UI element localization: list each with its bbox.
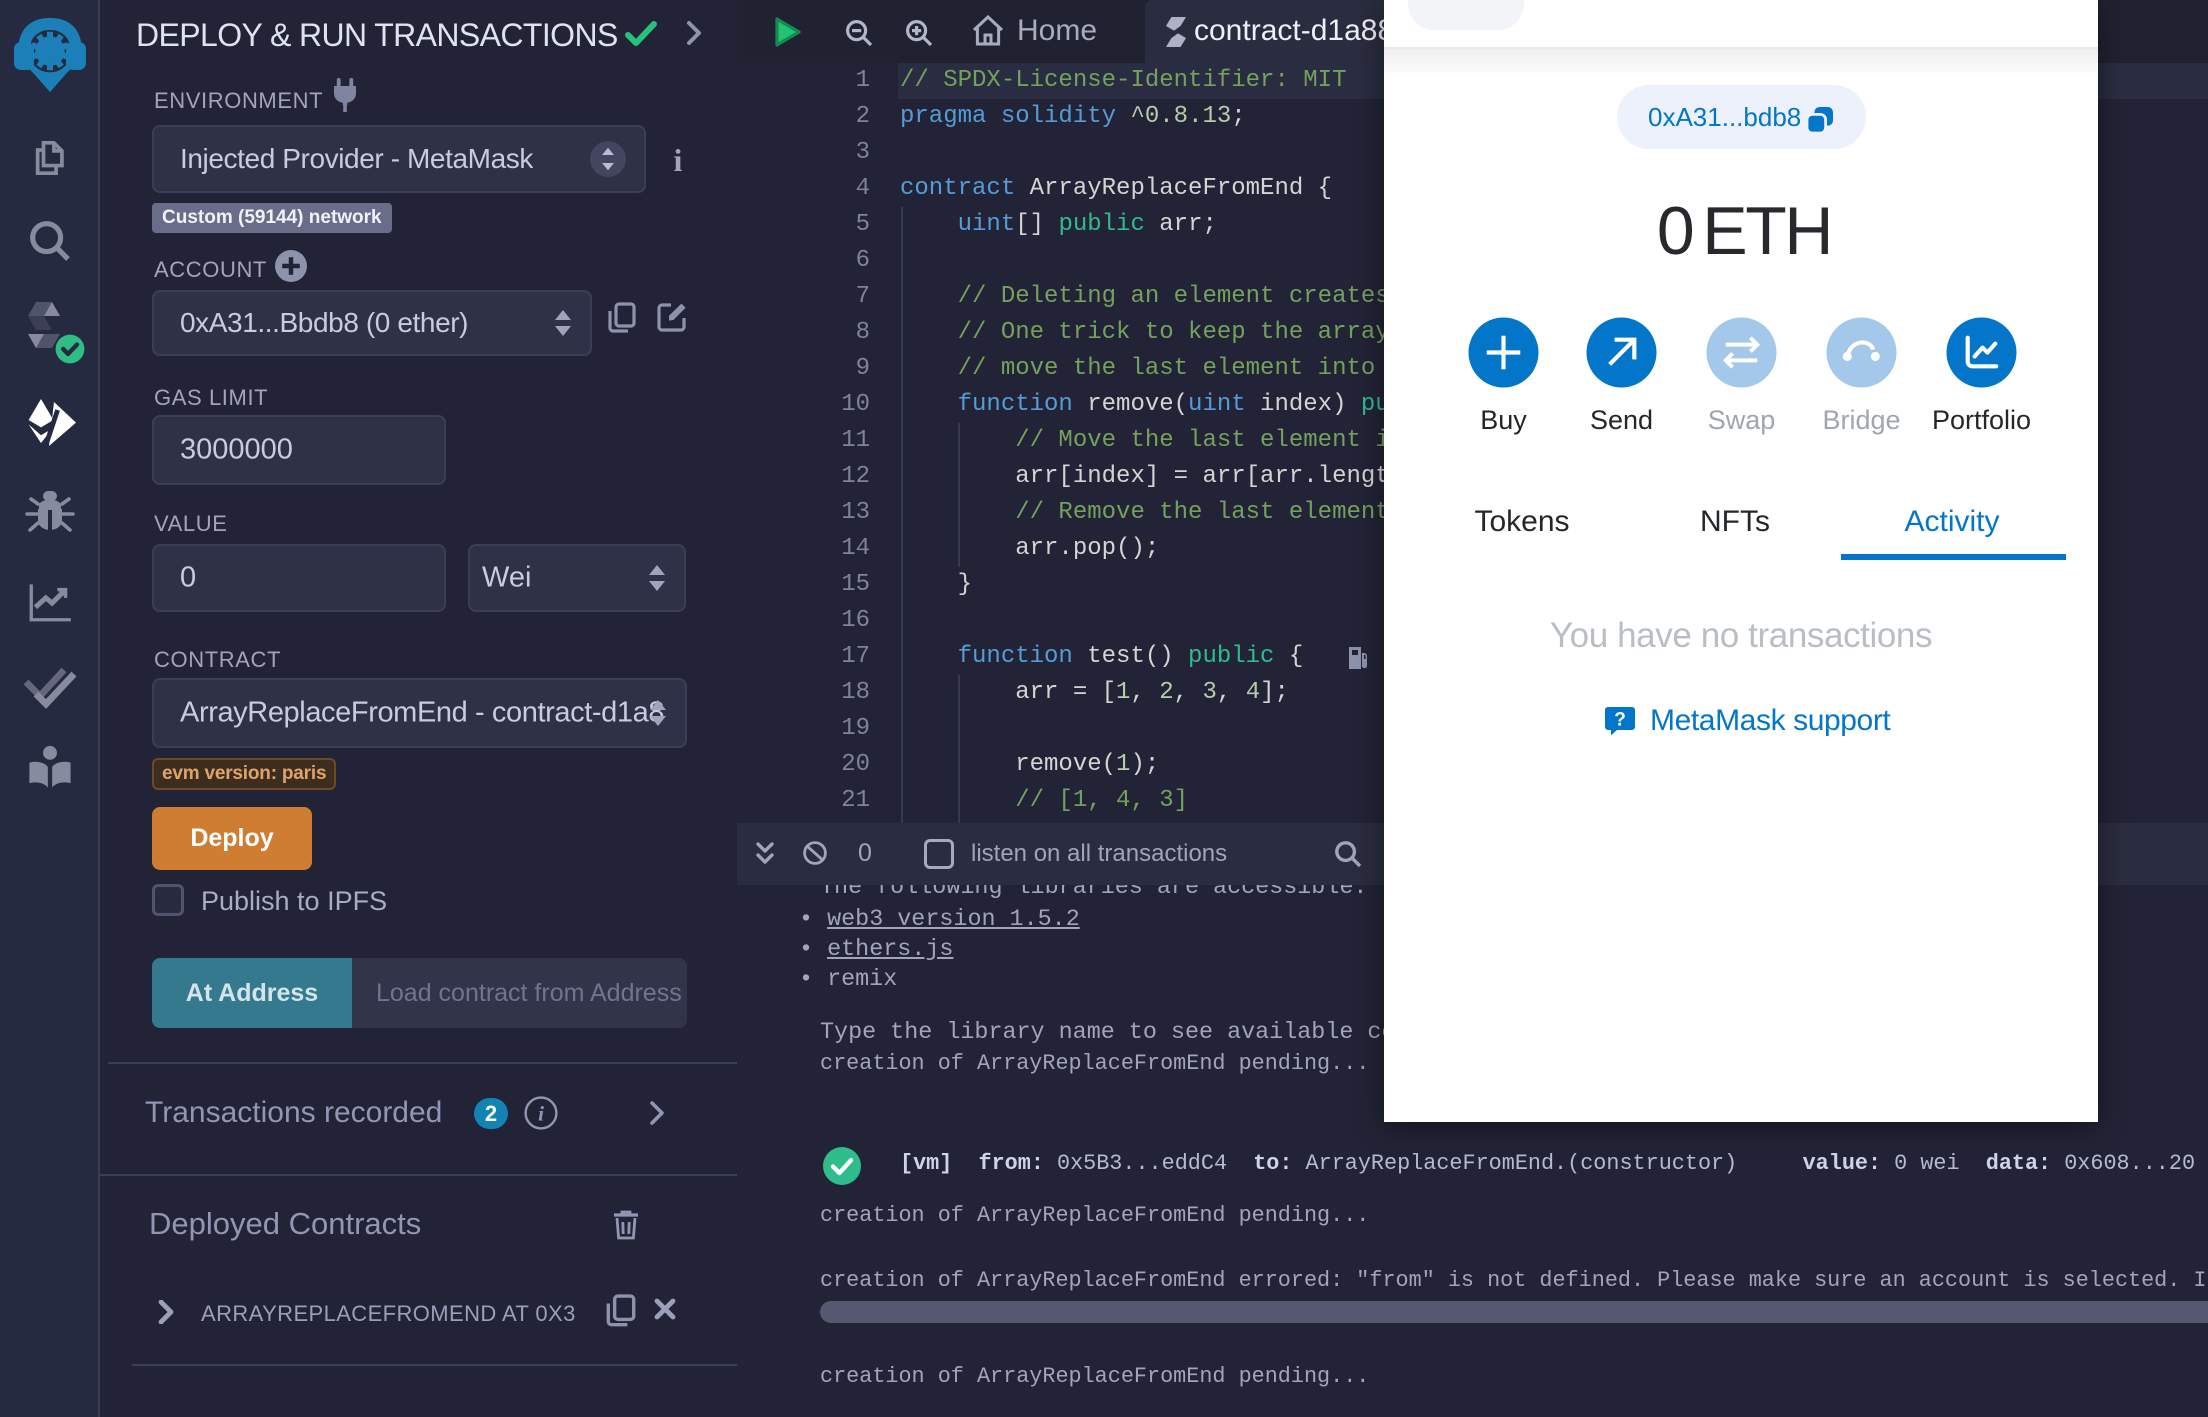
svg-text:?: ? [1614, 709, 1626, 730]
svg-text:i: i [538, 1101, 544, 1125]
